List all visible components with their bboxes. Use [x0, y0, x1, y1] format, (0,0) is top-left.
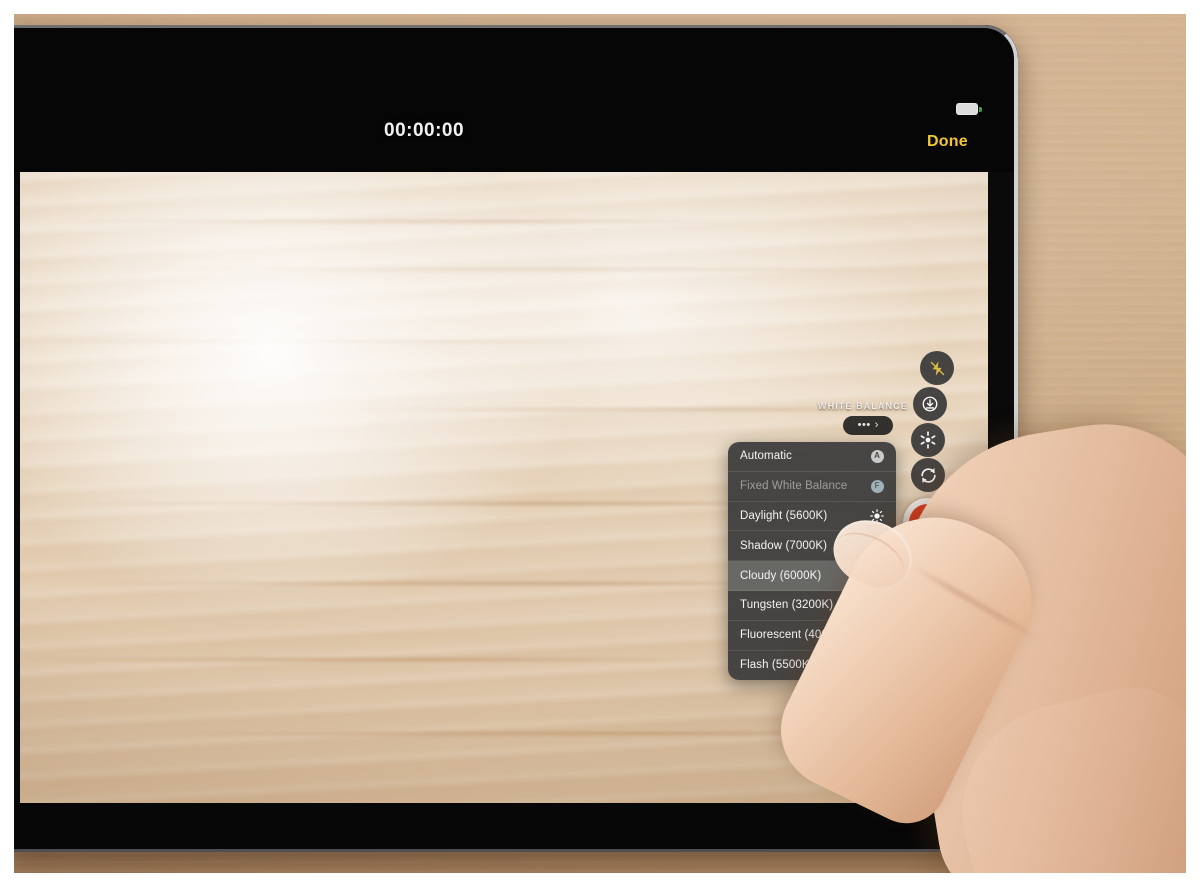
- menu-item-trailing: [869, 627, 885, 643]
- menu-item-fluorescent[interactable]: Fluorescent (4000K): [728, 621, 896, 651]
- lightning-bolt-icon: [869, 657, 885, 673]
- exposure-circle-icon: [922, 396, 938, 412]
- done-button[interactable]: Done: [927, 133, 968, 151]
- menu-item-trailing: [869, 568, 885, 584]
- record-button[interactable]: [903, 498, 952, 547]
- menu-item-label: Automatic: [740, 450, 793, 463]
- screenshot-scene: 00:00:00 Done WHITE BALANCE ••• › Automa…: [0, 0, 1200, 887]
- camera-topbar: 00:00:00 Done: [6, 25, 1018, 172]
- flash-off-button[interactable]: [920, 351, 954, 385]
- battery-charging-icon: [956, 103, 982, 116]
- exposure-button[interactable]: [913, 387, 947, 421]
- camera-flip-icon: [920, 467, 936, 483]
- chevron-right-icon: ›: [874, 419, 879, 431]
- ellipsis-icon: •••: [857, 419, 871, 431]
- menu-item-cloudy[interactable]: Cloudy (6000K): [728, 561, 896, 591]
- recording-timer: 00:00:00: [384, 120, 465, 141]
- menu-item-tungsten[interactable]: Tungsten (3200K): [728, 591, 896, 621]
- sun-dim-icon: [869, 538, 885, 554]
- battery-cap: [979, 106, 982, 112]
- letter-f-badge-icon: F: [869, 478, 885, 494]
- menu-item-label: Shadow (7000K): [740, 539, 828, 552]
- white-balance-menu[interactable]: Automatic A Fixed White Balance F Daylig…: [728, 442, 896, 681]
- secondary-control-button[interactable]: [921, 555, 953, 581]
- menu-item-label: Flash (5500K): [740, 659, 814, 672]
- ipad-device: 00:00:00 Done WHITE BALANCE ••• › Automa…: [6, 25, 1018, 852]
- battery-shell: [956, 103, 978, 115]
- sun-icon: [869, 508, 885, 524]
- bottom-bezel: [6, 803, 1018, 852]
- menu-item-fixed-white-balance[interactable]: Fixed White Balance F: [728, 472, 896, 502]
- menu-item-label: Cloudy (6000K): [740, 569, 822, 582]
- menu-item-shadow[interactable]: Shadow (7000K): [728, 531, 896, 562]
- flip-camera-button[interactable]: [911, 458, 945, 492]
- menu-item-flash[interactable]: Flash (5500K): [728, 651, 896, 681]
- white-balance-button[interactable]: [911, 423, 945, 457]
- record-circle-icon: [909, 504, 946, 541]
- flash-off-icon: [930, 360, 944, 376]
- white-balance-section-label: WHITE BALANCE: [818, 401, 908, 411]
- menu-item-label: Daylight (5600K): [740, 509, 828, 522]
- menu-item-trailing: [869, 597, 885, 613]
- menu-item-automatic[interactable]: Automatic A: [728, 442, 896, 472]
- menu-item-label: Tungsten (3200K): [740, 599, 834, 612]
- menu-item-label: Fluorescent (4000K): [740, 629, 847, 642]
- white-balance-expand-button[interactable]: ••• ›: [843, 416, 893, 435]
- letter-a-badge-icon: A: [869, 448, 885, 464]
- menu-item-label: Fixed White Balance: [740, 480, 848, 493]
- menu-item-daylight[interactable]: Daylight (5600K): [728, 502, 896, 532]
- white-balance-asterisk-icon: [920, 431, 936, 449]
